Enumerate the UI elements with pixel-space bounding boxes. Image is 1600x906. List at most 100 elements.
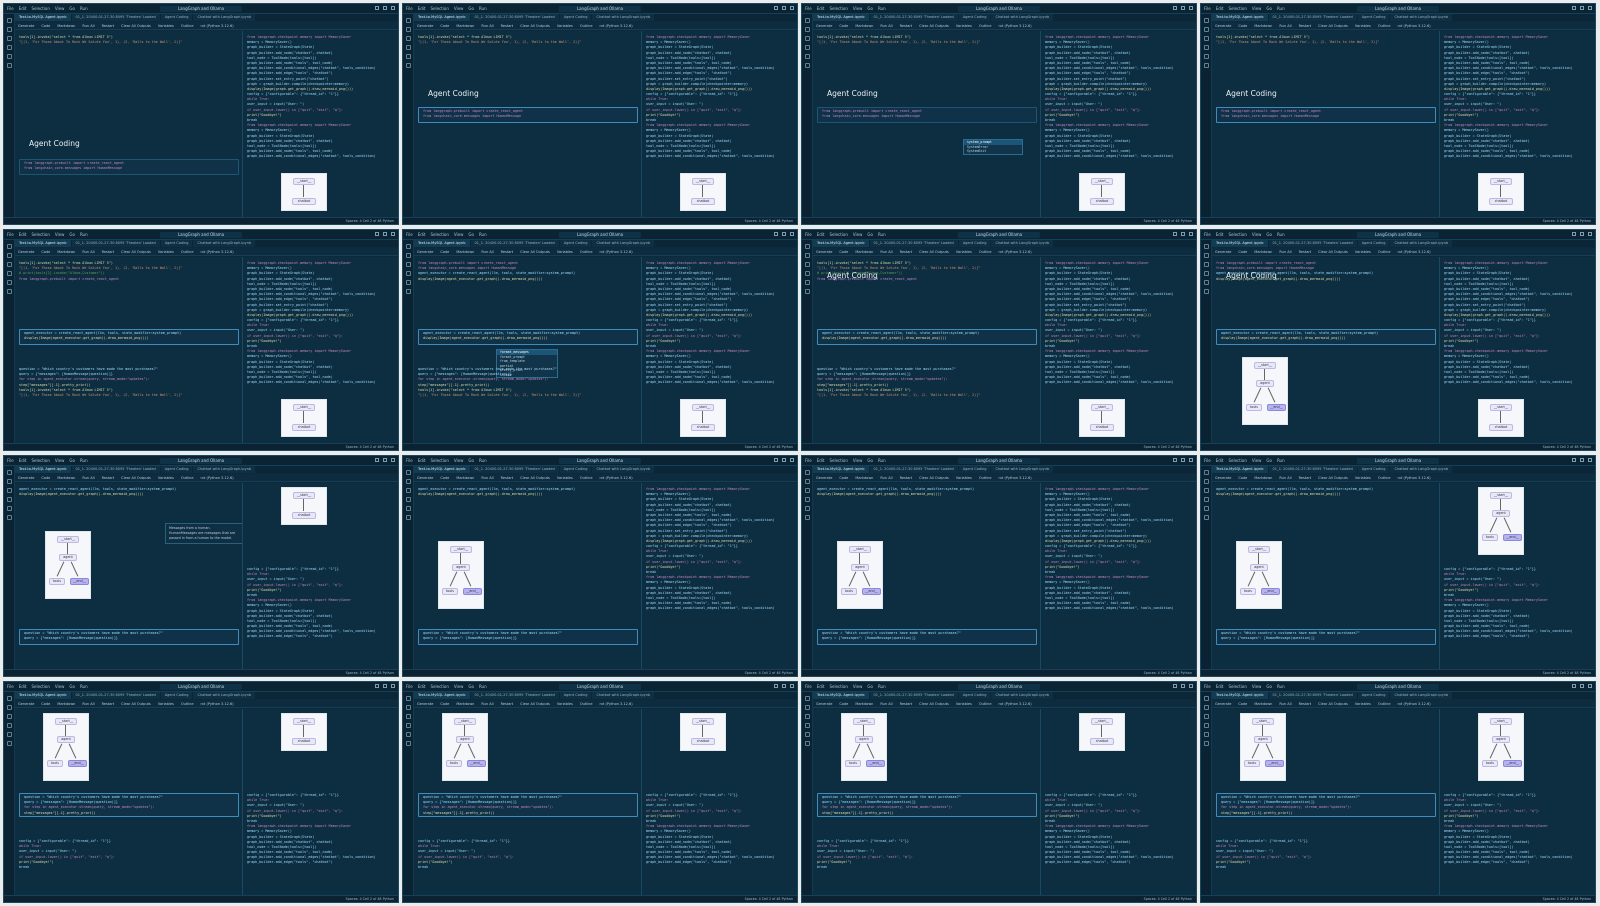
toolbar-button[interactable]: Restart	[1299, 250, 1312, 254]
right-notebook[interactable]: __start__ chatbot config = {"configurable"…	[242, 483, 398, 669]
menu-item[interactable]: File	[406, 684, 413, 689]
tab-1[interactable]: 01_1. 20400-01-27-30 8095 'Theaten' Load…	[869, 14, 958, 21]
code-cell[interactable]: question = "Which country's customers ha…	[19, 793, 239, 817]
tab-3[interactable]: Chatbot with LangGraph.ipynb	[1390, 14, 1453, 21]
close-icon[interactable]	[1588, 458, 1592, 462]
toolbar-button[interactable]: Markdown	[57, 702, 75, 706]
code-cell[interactable]: agent_executor = create_react_agent(llm,…	[418, 329, 638, 345]
toolbar-button[interactable]: Run All	[82, 476, 94, 480]
toolbar-button[interactable]: Variables	[557, 24, 573, 28]
tab-2[interactable]: Agent Coding	[160, 240, 193, 247]
explorer-icon[interactable]	[1203, 470, 1209, 475]
minimize-icon[interactable]	[1173, 458, 1177, 462]
menu-item[interactable]: File	[1204, 684, 1211, 689]
maximize-icon[interactable]	[1181, 684, 1185, 688]
tab-2[interactable]: Agent Coding	[958, 692, 991, 699]
toolbar-button[interactable]: Outline	[979, 24, 992, 28]
code-block[interactable]: agent_executor = create_react_agent(llm,…	[817, 487, 1039, 497]
toolbar-button[interactable]: Run All	[1279, 476, 1291, 480]
maximize-icon[interactable]	[1580, 6, 1584, 10]
tab-3[interactable]: Chatbot with LangGraph.ipynb	[193, 466, 256, 473]
accounts-icon[interactable]	[405, 63, 411, 68]
code-block[interactable]: question = "Which country's customers ha…	[418, 367, 640, 398]
code-cell[interactable]: question = "Which country's customers ha…	[817, 793, 1037, 817]
code-block[interactable]: tools[1].invoke("select * from Album LIM…	[19, 261, 241, 282]
toolbar-button[interactable]: Run All	[82, 24, 94, 28]
explorer-icon[interactable]	[1203, 244, 1209, 249]
menu-item[interactable]: View	[454, 458, 464, 463]
toolbar-button[interactable]: Variables	[158, 476, 174, 480]
code-cell[interactable]: agent_executor = create_react_agent(llm,…	[19, 329, 239, 345]
menu-item[interactable]: Go	[468, 684, 474, 689]
close-icon[interactable]	[1189, 684, 1193, 688]
toolbar-button[interactable]: Clear All Outputs	[1318, 250, 1348, 254]
explorer-icon[interactable]	[804, 696, 810, 701]
toolbar-button[interactable]: Restart	[1299, 476, 1312, 480]
code-block[interactable]: from langgraph.prebuilt import create_re…	[418, 261, 640, 282]
menu-item[interactable]: Run	[80, 458, 88, 463]
toolbar-button[interactable]: Markdown	[855, 476, 873, 480]
window-title[interactable]: LangGraph and Ollama	[957, 5, 1041, 12]
menu-item[interactable]: View	[55, 684, 65, 689]
left-notebook[interactable]: agent_executor = create_react_agent(llm,…	[1212, 483, 1440, 669]
tab-1[interactable]: 01_1. 20400-01-27-30 8095 'Theaten' Load…	[71, 240, 160, 247]
menu-item[interactable]: Selection	[1228, 458, 1246, 463]
menu-item[interactable]: File	[805, 232, 812, 237]
code-block[interactable]: config = {"configurable": {"thread_id": …	[247, 567, 396, 640]
explorer-icon[interactable]	[804, 470, 810, 475]
tab-2[interactable]: Agent Coding	[958, 14, 991, 21]
toolbar-button[interactable]: Markdown	[456, 250, 474, 254]
toolbar-button[interactable]: Outline	[979, 702, 992, 706]
toolbar-button[interactable]: Code	[1238, 24, 1247, 28]
menu-item[interactable]: Selection	[829, 232, 847, 237]
toolbar-button[interactable]: Variables	[158, 250, 174, 254]
toolbar-button[interactable]: Clear All Outputs	[1318, 24, 1348, 28]
menu-item[interactable]: View	[853, 6, 863, 11]
menu-item[interactable]: Run	[80, 232, 88, 237]
toolbar-button[interactable]: Restart	[1299, 702, 1312, 706]
toolbar-button[interactable]: Clear All Outputs	[121, 250, 151, 254]
minimize-icon[interactable]	[1173, 232, 1177, 236]
minimize-icon[interactable]	[774, 458, 778, 462]
menu-item[interactable]: Edit	[418, 6, 426, 11]
toolbar-button[interactable]: Clear All Outputs	[919, 24, 949, 28]
tab-2[interactable]: Agent Coding	[160, 14, 193, 21]
toolbar-button[interactable]: Code	[41, 24, 50, 28]
menu-item[interactable]: Run	[878, 6, 886, 11]
toolbar-button[interactable]: Generate	[816, 24, 832, 28]
toolbar-button[interactable]: Clear All Outputs	[1318, 476, 1348, 480]
code-block[interactable]: tools[1].invoke("select * from Album LIM…	[1216, 35, 1438, 45]
left-notebook[interactable]: agent_executor = create_react_agent(llm,…	[414, 483, 642, 669]
run-debug-icon[interactable]	[405, 271, 411, 276]
toolbar-button[interactable]: Clear All Outputs	[919, 476, 949, 480]
toolbar-button[interactable]: Restart	[501, 250, 514, 254]
search-icon[interactable]	[405, 27, 411, 32]
toolbar-button[interactable]: Clear All Outputs	[919, 702, 949, 706]
menu-item[interactable]: Go	[867, 458, 873, 463]
window-title[interactable]: LangGraph and Ollama	[1356, 5, 1440, 12]
source-control-icon[interactable]	[6, 262, 12, 267]
menu-item[interactable]: File	[406, 232, 413, 237]
menu-item[interactable]: Run	[479, 684, 487, 689]
code-block[interactable]: question = "Which country's customers ha…	[822, 795, 1034, 816]
code-cell[interactable]: agent_executor = create_react_agent(llm,…	[817, 329, 1037, 345]
code-block[interactable]: config = {"configurable": {"thread_id": …	[1444, 793, 1593, 866]
toolbar-button[interactable]: Run All	[1279, 250, 1291, 254]
code-block[interactable]: from langgraph.checkpoint.memory import …	[646, 487, 795, 612]
toolbar-button[interactable]: Generate	[18, 24, 34, 28]
toolbar-button[interactable]: Code	[839, 476, 848, 480]
tab-0[interactable]: Text-to-MySQL Agent.ipynb	[414, 692, 470, 699]
menu-item[interactable]: Go	[867, 684, 873, 689]
maximize-icon[interactable]	[383, 6, 387, 10]
toolbar-button[interactable]: Outline	[580, 250, 593, 254]
menu-item[interactable]: Edit	[817, 684, 825, 689]
toolbar-button[interactable]: Code	[839, 702, 848, 706]
code-block[interactable]: agent_executor = create_react_agent(llm,…	[19, 487, 241, 497]
search-icon[interactable]	[1203, 253, 1209, 258]
tab-0[interactable]: Text-to-MySQL Agent.ipynb	[1212, 14, 1268, 21]
source-control-icon[interactable]	[1203, 488, 1209, 493]
run-debug-icon[interactable]	[1203, 723, 1209, 728]
code-block[interactable]: agent_executor = create_react_agent(llm,…	[1216, 487, 1438, 497]
toolbar-button[interactable]: Variables	[1355, 250, 1371, 254]
toolbar-button[interactable]: Clear All Outputs	[919, 250, 949, 254]
